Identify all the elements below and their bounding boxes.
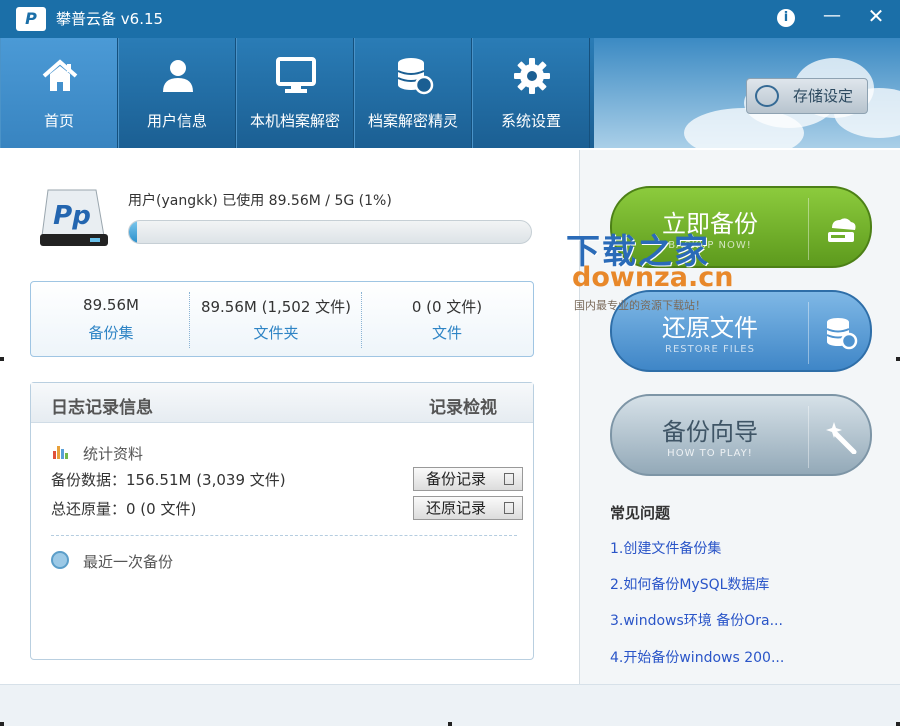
storage-settings-button[interactable]: 存储设定	[746, 78, 868, 114]
storage-settings-label: 存储设定	[793, 87, 854, 105]
status-bar	[0, 684, 900, 726]
nav-label-decrypt-wizard: 档案解密精灵	[367, 112, 458, 130]
nav-item-local-decrypt[interactable]: 本机档案解密	[236, 38, 354, 148]
restore-files-label: 还原文件	[662, 314, 758, 342]
hard-drive-icon: Pp	[40, 189, 108, 246]
database-restore-icon	[397, 58, 434, 95]
backup-data-text: 备份数据：156.51M (3,039 文件)	[51, 471, 286, 489]
nav-label-system-settings: 系统设置	[500, 112, 561, 130]
faq-link[interactable]: 2.如何备份MySQL数据库	[610, 574, 769, 594]
nav-item-decrypt-wizard[interactable]: 档案解密精灵	[354, 38, 472, 148]
cloud-upload-icon	[828, 218, 856, 242]
nav-item-system-settings[interactable]: 系统设置	[472, 38, 590, 148]
nav-label-user-info: 用户信息	[146, 112, 207, 130]
gear-icon	[514, 58, 550, 94]
svg-text:Pp: Pp	[53, 201, 91, 231]
backup-wizard-label: 备份向导	[662, 418, 758, 446]
bar-chart-icon	[53, 445, 69, 459]
user-icon	[163, 60, 193, 92]
resize-handle	[896, 357, 900, 361]
last-backup-label: 最近一次备份	[83, 553, 174, 571]
button-divider	[808, 198, 809, 260]
resize-handle	[0, 722, 4, 726]
main-nav: 首页 用户信息 本机档案解密 档案解密精灵 系统设置 存储设定	[0, 38, 900, 148]
log-header: 日志记录信息 记录检视	[31, 383, 533, 423]
info-button[interactable]: i	[766, 0, 806, 32]
stat-value: 89.56M	[83, 296, 139, 314]
restore-log-label: 还原记录	[426, 499, 487, 517]
stat-folders: 89.56M (1,502 文件) 文件夹	[191, 282, 361, 356]
monitor-icon	[276, 57, 316, 93]
nav-item-home[interactable]: 首页	[0, 38, 118, 148]
backup-stats-panel: 89.56M 备份集 89.56M (1,502 文件) 文件夹 0 (0 文件…	[30, 281, 534, 357]
backup-wizard-button[interactable]: 备份向导 HOW TO PLAY!	[610, 394, 872, 476]
clock-icon	[51, 551, 69, 569]
stat-caption: 文件夹	[253, 324, 299, 342]
backup-log-label: 备份记录	[426, 470, 487, 488]
log-divider	[51, 535, 517, 536]
stat-backup-sets: 89.56M 备份集	[31, 282, 191, 356]
database-restore-icon	[826, 318, 858, 350]
restore-files-sublabel: RESTORE FILES	[665, 344, 755, 355]
log-view-link[interactable]: 记录检视	[429, 393, 497, 418]
button-divider	[808, 406, 809, 468]
restore-log-button[interactable]: 还原记录	[413, 496, 523, 520]
resize-handle	[896, 722, 900, 726]
nav-item-user-info[interactable]: 用户信息	[118, 38, 236, 148]
minimize-button[interactable]: —	[812, 0, 852, 32]
stat-value: 0 (0 文件)	[411, 298, 483, 316]
nav-label-home: 首页	[43, 112, 74, 130]
info-icon: i	[777, 9, 795, 27]
log-title: 日志记录信息	[51, 398, 153, 418]
usage-progress-bar	[128, 220, 532, 244]
window-title: 攀普云备 v6.15	[56, 10, 164, 28]
faq-link[interactable]: 4.开始备份windows 200...	[610, 647, 784, 667]
usage-progress-fill	[129, 221, 138, 243]
button-divider	[808, 302, 809, 364]
stat-caption: 备份集	[88, 324, 134, 342]
home-icon	[42, 59, 78, 91]
watermark-domain: downza.cn	[572, 262, 734, 293]
faq-link[interactable]: 3.windows环境 备份Ora...	[610, 610, 783, 630]
stat-value: 89.56M (1,502 文件)	[200, 298, 352, 316]
faq-link[interactable]: 1.创建文件备份集	[610, 538, 721, 558]
restore-total-text: 总还原量：0 (0 文件)	[51, 500, 197, 518]
usage-text: 用户(yangkk) 已使用 89.56M / 5G (1%)	[128, 193, 392, 209]
stat-files: 0 (0 文件) 文件	[361, 282, 533, 356]
magic-wand-icon	[826, 422, 857, 454]
backup-wizard-sublabel: HOW TO PLAY!	[667, 448, 753, 459]
document-icon	[504, 502, 514, 514]
storage-exit-icon	[755, 85, 779, 107]
watermark-slogan: 国内最专业的资源下载站！	[574, 299, 706, 312]
log-panel: 日志记录信息 记录检视 统计资料 备份数据：156.51M (3,039 文件)…	[30, 382, 534, 660]
close-button[interactable]: ✕	[856, 0, 896, 32]
stat-caption: 文件	[431, 324, 462, 342]
faq-title: 常见问题	[610, 504, 671, 522]
document-icon	[504, 473, 514, 485]
nav-label-local-decrypt: 本机档案解密	[249, 112, 340, 130]
resize-handle	[0, 357, 4, 361]
stats-label: 统计资料	[83, 445, 144, 463]
backup-log-button[interactable]: 备份记录	[413, 467, 523, 491]
app-logo: P	[16, 7, 46, 31]
resize-handle	[448, 722, 452, 726]
title-bar: P 攀普云备 v6.15 i — ✕	[0, 0, 900, 38]
stat-divider	[189, 292, 190, 348]
